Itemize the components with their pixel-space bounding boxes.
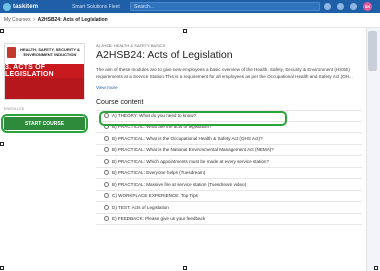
lesson-row[interactable]: B) PRACTICAL: Which appointments must be… [96,156,362,168]
user-avatar[interactable]: SK [363,2,372,11]
resize-handle[interactable] [0,142,4,146]
resize-handle[interactable] [0,29,4,33]
breadcrumb-current: A2HSB24: Acts of Legislation [37,17,108,23]
course-description: The aim of these modules are to give new… [96,67,353,79]
feedback-icon [104,216,109,222]
top-navigation-bar: taskitem Smart Solutions Fleet Search...… [0,0,380,13]
gear-icon [104,147,109,153]
resize-handle[interactable] [183,29,187,33]
test-icon [104,204,109,210]
gear-icon [104,170,109,176]
tenant-name: Smart Solutions Fleet [72,3,120,10]
start-button-highlight [1,114,88,133]
brand-mark-icon [3,2,11,11]
lesson-label: E) FEEDBACK: Please give us your feedbac… [112,216,206,222]
cover-bottom [5,78,84,99]
company-logo-icon [7,47,16,58]
course-category: A) 2HSB: HEALTH & SAFETY BASICS [96,43,166,48]
breadcrumb: My Courses > A2HSB24: Acts of Legislatio… [4,17,108,23]
cover-subtitle: HEALTH, SAFETY, SECURITY & ENVIRONMENT I… [20,47,80,57]
help-icon[interactable] [350,3,357,10]
brand-name: taskitem [13,3,39,10]
resize-handle[interactable] [183,266,187,270]
lesson-row[interactable]: B) PRACTICAL: What is the National Envir… [96,145,362,156]
lesson-label: B) PRACTICAL: What is the Occupational H… [112,135,263,141]
cover-title-band: 3. ACTS OF LEGISLATION [5,64,84,78]
resize-handle[interactable] [374,266,378,270]
page-title: A2HSB24: Acts of Legislation [96,49,233,61]
breadcrumb-separator: > [32,17,36,23]
breadcrumb-my-courses[interactable]: My Courses [4,17,31,23]
lesson-label: B) PRACTICAL: Which appointments must be… [112,158,270,164]
apps-icon[interactable] [324,3,331,10]
gear-icon [104,181,109,187]
lesson-label: B) PRACTICAL: Massive fire at service st… [112,181,247,187]
lesson-row[interactable]: D) TEST: Acts of Legislation [96,202,362,214]
lesson-row[interactable]: B) PRACTICAL: Everyone helps (Tuesdream) [96,168,362,179]
lesson-row[interactable]: E) FEEDBACK: Please give us your feedbac… [96,214,362,225]
view-more-link[interactable]: View more [96,85,118,90]
header-divider [0,27,380,28]
brand-logo[interactable]: taskitem [0,0,72,13]
resize-handle[interactable] [0,266,4,270]
lesson-row[interactable]: C) WORKPLACE EXPERIENCE: Top Tips [96,191,362,202]
lesson-label: B) PRACTICAL: Everyone helps (Tuesdream) [112,170,206,176]
lesson-label: B) PRACTICAL: What is the National Envir… [112,147,274,153]
gear-icon [104,135,109,141]
lesson-label: D) TEST: Acts of Legislation [112,204,169,210]
gear-icon [104,158,109,164]
first-lesson-highlight [99,111,287,126]
gear-icon [104,193,109,199]
course-content-heading: Course content [96,99,144,106]
lesson-row[interactable]: B) PRACTICAL: Massive fire at service st… [96,179,362,191]
notifications-icon[interactable] [337,3,344,10]
lesson-label: C) WORKPLACE EXPERIENCE: Top Tips [112,193,198,199]
enrolled-label: ENROLLED [4,107,25,111]
search-input[interactable]: Search... [130,2,320,11]
lesson-row[interactable]: B) PRACTICAL: What is the Occupational H… [96,133,362,145]
lesson-list: A) THEORY: What do you need to know? B) … [96,110,362,225]
scrollbar-thumb[interactable] [368,31,377,71]
course-cover-image: HEALTH, SAFETY, SECURITY & ENVIRONMENT I… [4,43,85,100]
